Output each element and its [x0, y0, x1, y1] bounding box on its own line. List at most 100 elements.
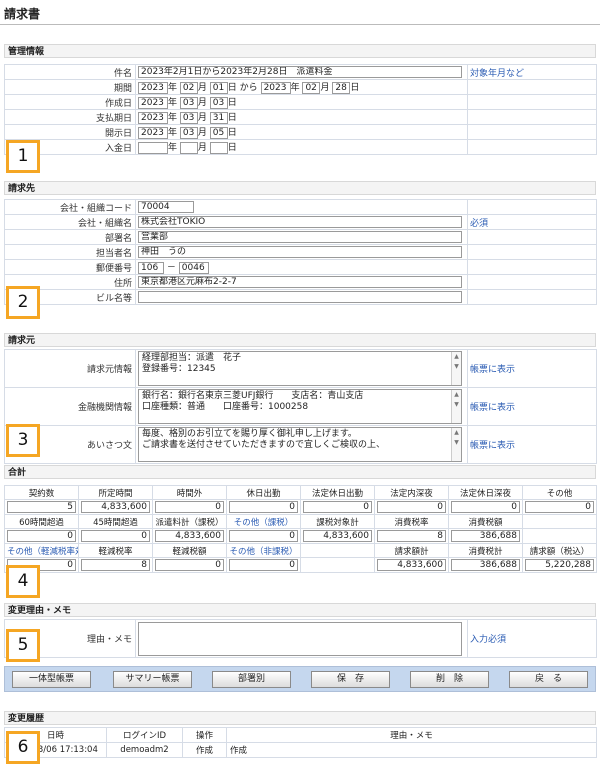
totals-label-link[interactable]: その他（非課税） — [226, 543, 301, 558]
issuer-info-row: 請求元情報 経理部担当：派遣 花子 登録番号：12345 ▲ ▼ 帳票に表示 — [4, 349, 597, 388]
building-input[interactable] — [138, 291, 462, 303]
created-month[interactable]: 03 — [179, 96, 198, 109]
empty-cell — [300, 557, 375, 573]
person-input[interactable]: 神田 うの — [138, 246, 462, 258]
totals-label-row-1: 契約数 所定時間 時間外 休日出勤 法定休日出勤 法定内深夜 法定休日深夜 その… — [4, 485, 597, 500]
reason-required-note: 入力必須 — [467, 619, 597, 658]
reduced-rate-input[interactable]: 8 — [81, 559, 150, 571]
contract-count-input[interactable]: 5 — [7, 501, 76, 513]
bank-info-textarea[interactable]: 銀行名：銀行名東京三菱UFJ銀行 支店名：青山支店 口座種類：普通 口座番号：1… — [138, 389, 462, 424]
section-heading-riyu: 変更理由・メモ — [4, 603, 596, 617]
save-button[interactable]: 保 存 — [311, 671, 390, 688]
history-operation: 作成 — [182, 742, 227, 758]
subject-note: 対象年月など — [467, 64, 597, 80]
empty-cell — [522, 528, 597, 544]
textarea-scrollbar[interactable]: ▲ ▼ — [451, 390, 461, 423]
created-day[interactable]: 03 — [209, 96, 228, 109]
other-input[interactable]: 0 — [525, 501, 594, 513]
code-label: 会社・組織コード — [4, 199, 136, 215]
dispatch-fee-taxable-input[interactable]: 4,833,600 — [155, 530, 224, 542]
zip-input-1[interactable]: 106 — [138, 261, 164, 274]
reduced-tax-input[interactable]: 0 — [155, 559, 224, 571]
code-input[interactable]: 70004 — [138, 201, 194, 213]
due-year[interactable]: 2023 — [138, 111, 168, 124]
totals-value-row-1: 5 4,833,600 0 0 0 0 0 0 — [4, 499, 597, 515]
textarea-scrollbar[interactable]: ▲ ▼ — [451, 428, 461, 461]
paid-month[interactable] — [179, 141, 198, 154]
open-label: 開示日 — [4, 124, 136, 140]
person-row: 担当者名 神田 うの — [4, 244, 597, 260]
overtime-input[interactable]: 0 — [155, 501, 224, 513]
greeting-textarea[interactable]: 毎度、格別のお引立てを賜り厚く御礼申し上げます。 ご請求書を送付させていただきま… — [138, 427, 462, 462]
tax-amount-input[interactable]: 386,688 — [451, 530, 520, 542]
dept-input[interactable]: 営業部 — [138, 231, 462, 243]
open-month[interactable]: 03 — [179, 126, 198, 139]
delete-button[interactable]: 削 除 — [410, 671, 489, 688]
issuer-info-label: 請求元情報 — [4, 349, 136, 388]
totals-label: 請求額計 — [374, 543, 449, 558]
legal-holiday-night-input[interactable]: 0 — [451, 501, 520, 513]
issuer-info-textarea[interactable]: 経理部担当：派遣 花子 登録番号：12345 ▲ ▼ — [138, 351, 462, 386]
due-month[interactable]: 03 — [179, 111, 198, 124]
empty-cell — [300, 543, 375, 558]
totals-label: 消費税額 — [448, 514, 523, 529]
period-end-year[interactable]: 2023 — [260, 81, 291, 94]
totals-label: 軽減税額 — [152, 543, 227, 558]
unit-month: 月 — [197, 83, 207, 94]
due-day[interactable]: 31 — [209, 111, 228, 124]
section-heading-kanri: 管理情報 — [4, 44, 596, 58]
holiday-work-input[interactable]: 0 — [229, 501, 298, 513]
zip-input-2[interactable]: 0046 — [178, 261, 209, 274]
unit-day: 日 — [350, 83, 360, 94]
period-label: 期間 — [4, 79, 136, 95]
totals-label: 法定休日出勤 — [300, 485, 375, 500]
taxable-total-input[interactable]: 4,833,600 — [303, 530, 372, 542]
summary-report-button[interactable]: サマリー帳票 — [113, 671, 192, 688]
back-button[interactable]: 戻 る — [509, 671, 588, 688]
subject-input[interactable]: 2023年2月1日から2023年2月28日 派遣料金 — [138, 66, 462, 78]
issuer-info-text: 経理部担当：派遣 花子 登録番号：12345 — [142, 353, 242, 374]
over45-input[interactable]: 0 — [81, 530, 150, 542]
unit-month: 月 — [197, 143, 207, 154]
billing-total-input[interactable]: 4,833,600 — [377, 559, 446, 571]
tax-rate-input[interactable]: 8 — [377, 530, 446, 542]
page-title: 請求書 — [4, 7, 41, 21]
totals-label-row-3: その他（軽減税率対象） 軽減税率 軽減税額 その他（非課税） 請求額計 消費税計… — [4, 543, 597, 558]
bank-info-label: 金融機関情報 — [4, 387, 136, 426]
paid-year[interactable] — [138, 141, 168, 154]
period-start-day[interactable]: 01 — [209, 81, 228, 94]
tax-total-input[interactable]: 386,688 — [451, 559, 520, 571]
regular-hours-input[interactable]: 4,833,600 — [81, 501, 150, 513]
open-year[interactable]: 2023 — [138, 126, 168, 139]
billing-with-tax-input[interactable]: 5,220,288 — [525, 559, 594, 571]
totals-value-row-3: 0 8 0 0 4,833,600 386,688 5,220,288 — [4, 557, 597, 573]
legal-night-input[interactable]: 0 — [377, 501, 446, 513]
over60-input[interactable]: 0 — [7, 530, 76, 542]
open-day[interactable]: 05 — [209, 126, 228, 139]
paid-day[interactable] — [209, 141, 228, 154]
textarea-scrollbar[interactable]: ▲ ▼ — [451, 352, 461, 385]
address-input[interactable]: 東京都港区元麻布2-2-7 — [138, 276, 462, 288]
other-nontaxable-input[interactable]: 0 — [229, 559, 298, 571]
period-start-month[interactable]: 02 — [179, 81, 198, 94]
unit-month: 月 — [197, 113, 207, 124]
annotation-badge-6: 6 — [6, 731, 40, 764]
created-year[interactable]: 2023 — [138, 96, 168, 109]
period-end-month[interactable]: 02 — [302, 81, 321, 94]
seikyusaki-table: 会社・組織コード 70004 会社・組織名 株式会社TOKIO 必須 部署名 営… — [4, 199, 597, 305]
history-table: 日時 ログインID 操作 理由・メモ 2023/03/06 17:13:04 d… — [4, 727, 597, 758]
annotation-badge-2: 2 — [6, 286, 40, 319]
history-login: demoadm2 — [106, 742, 183, 758]
period-start-year[interactable]: 2023 — [138, 81, 168, 94]
totals-label-row-2: 60時間超過 45時間超過 派遣料計（課税） その他（課税） 課税対象計 消費税… — [4, 514, 597, 529]
other-taxable-input[interactable]: 0 — [229, 530, 298, 542]
integrated-report-button[interactable]: 一体型帳票 — [12, 671, 91, 688]
legal-holiday-work-input[interactable]: 0 — [303, 501, 372, 513]
unit-year: 年 — [290, 83, 300, 94]
reason-textarea[interactable] — [138, 621, 462, 656]
by-department-button[interactable]: 部署別 — [212, 671, 291, 688]
company-input[interactable]: 株式会社TOKIO — [138, 216, 462, 228]
totals-label-link[interactable]: その他（軽減税率対象） — [4, 543, 79, 558]
totals-label-link[interactable]: その他（課税） — [226, 514, 301, 529]
period-end-day[interactable]: 28 — [332, 81, 351, 94]
